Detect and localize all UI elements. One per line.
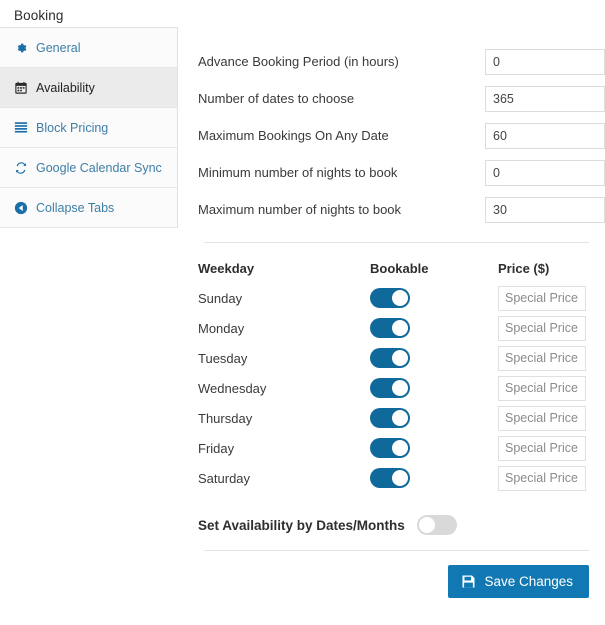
- field-label: Maximum Bookings On Any Date: [198, 128, 389, 143]
- sync-refresh-icon: [10, 161, 32, 175]
- sidebar-item-label: Collapse Tabs: [36, 200, 115, 215]
- circle-caret-left-icon: [10, 201, 32, 215]
- sidebar-item-block-pricing[interactable]: Block Pricing: [0, 108, 177, 148]
- sidebar-item-label: Availability: [36, 80, 95, 95]
- minimum-nights-input[interactable]: [485, 159, 605, 186]
- calendar-icon: [10, 81, 32, 95]
- field-label: Number of dates to choose: [198, 91, 355, 106]
- table-row: Wednesday: [198, 373, 586, 403]
- table-row: Thursday: [198, 403, 586, 433]
- page-header: Booking: [0, 0, 605, 27]
- sidebar: General Availability Block Pricing Googl…: [0, 27, 178, 228]
- save-changes-label: Save Changes: [484, 574, 573, 589]
- special-price-input-thursday[interactable]: [498, 405, 586, 431]
- weekday-label: Sunday: [198, 290, 243, 306]
- special-price-input-wednesday[interactable]: [498, 375, 586, 401]
- sidebar-item-collapse-tabs[interactable]: Collapse Tabs: [0, 188, 177, 228]
- field-label: Maximum number of nights to book: [198, 202, 402, 217]
- field-maximum-bookings: Maximum Bookings On Any Date: [198, 117, 605, 154]
- weekday-label: Tuesday: [198, 350, 248, 366]
- sidebar-item-availability[interactable]: Availability: [0, 68, 177, 108]
- advance-booking-period-input[interactable]: [485, 48, 605, 75]
- column-header-weekday: Weekday: [198, 260, 255, 276]
- weekday-label: Thursday: [198, 410, 253, 426]
- bookable-toggle-saturday[interactable]: [370, 468, 410, 488]
- number-of-dates-input[interactable]: [485, 85, 605, 112]
- footer-actions: Save Changes: [198, 565, 605, 598]
- field-maximum-nights: Maximum number of nights to book: [198, 191, 605, 228]
- weekday-label: Wednesday: [198, 380, 267, 396]
- table-header-row: Weekday Bookable Price ($): [198, 253, 576, 283]
- set-availability-label: Set Availability by Dates/Months: [198, 517, 405, 533]
- field-minimum-nights: Minimum number of nights to book: [198, 154, 605, 191]
- floppy-save-icon: [461, 574, 476, 589]
- maximum-nights-input[interactable]: [485, 196, 605, 223]
- weekday-label: Friday: [198, 440, 235, 456]
- footer-divider: [204, 550, 589, 551]
- sidebar-item-label: Google Calendar Sync: [36, 160, 162, 175]
- set-availability-toggle[interactable]: [416, 515, 457, 535]
- save-changes-button[interactable]: Save Changes: [448, 565, 589, 598]
- special-price-input-saturday[interactable]: [498, 465, 586, 491]
- column-header-bookable: Bookable: [370, 260, 429, 276]
- bookable-toggle-tuesday[interactable]: [370, 348, 410, 368]
- weekday-table: Weekday Bookable Price ($) Sunday Monday: [198, 253, 586, 493]
- field-advance-booking-period: Advance Booking Period (in hours): [198, 43, 605, 80]
- sidebar-item-google-calendar-sync[interactable]: Google Calendar Sync: [0, 148, 177, 188]
- bookable-toggle-monday[interactable]: [370, 318, 410, 338]
- list-bars-icon: [10, 121, 32, 134]
- bookable-toggle-sunday[interactable]: [370, 288, 410, 308]
- maximum-bookings-input[interactable]: [485, 122, 605, 149]
- table-row: Monday: [198, 313, 586, 343]
- bookable-toggle-thursday[interactable]: [370, 408, 410, 428]
- page-title: Booking: [14, 8, 64, 23]
- set-availability-row: Set Availability by Dates/Months: [198, 515, 605, 535]
- page-body: General Availability Block Pricing Googl…: [0, 27, 605, 625]
- table-row: Tuesday: [198, 343, 586, 373]
- sidebar-item-label: General: [36, 40, 81, 55]
- sidebar-item-label: Block Pricing: [36, 120, 109, 135]
- table-row: Saturday: [198, 463, 586, 493]
- special-price-input-sunday[interactable]: [498, 285, 586, 311]
- special-price-input-monday[interactable]: [498, 315, 586, 341]
- bookable-toggle-wednesday[interactable]: [370, 378, 410, 398]
- table-row: Friday: [198, 433, 586, 463]
- table-row: Sunday: [198, 283, 586, 313]
- special-price-input-tuesday[interactable]: [498, 345, 586, 371]
- weekday-label: Saturday: [198, 470, 251, 486]
- sidebar-item-general[interactable]: General: [0, 28, 177, 68]
- column-header-price: Price ($): [498, 260, 550, 276]
- special-price-input-friday[interactable]: [498, 435, 586, 461]
- gear-icon: [10, 41, 32, 55]
- weekday-label: Monday: [198, 320, 245, 336]
- main-content: Advance Booking Period (in hours) Number…: [178, 27, 605, 598]
- section-divider: [204, 242, 589, 243]
- field-number-of-dates: Number of dates to choose: [198, 80, 605, 117]
- field-label: Advance Booking Period (in hours): [198, 54, 399, 69]
- field-label: Minimum number of nights to book: [198, 165, 398, 180]
- bookable-toggle-friday[interactable]: [370, 438, 410, 458]
